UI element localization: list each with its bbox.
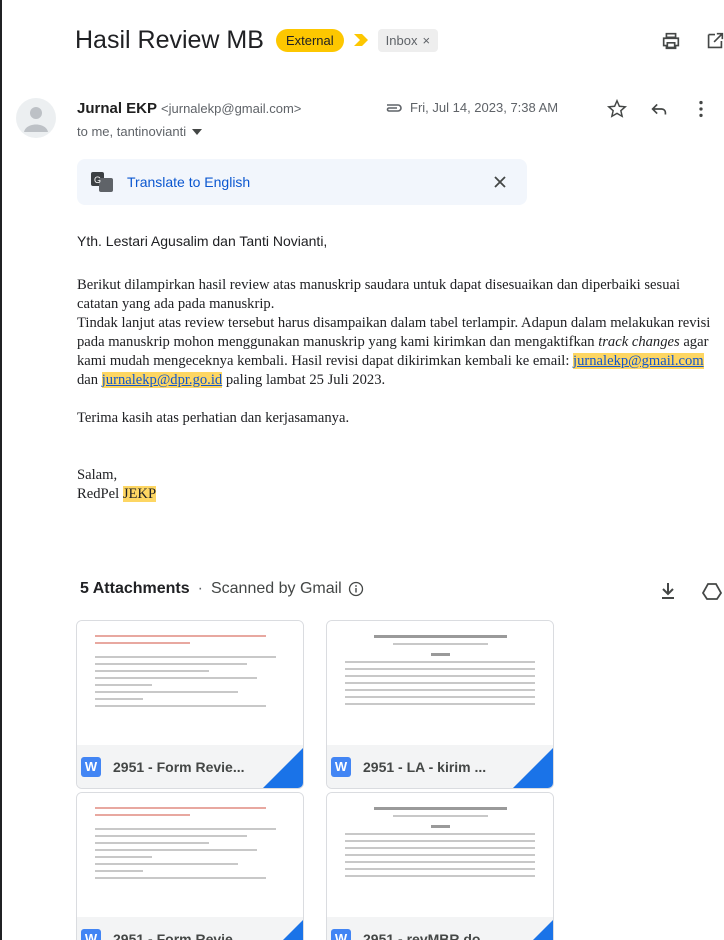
attachment-card[interactable]: W 2951 - Form Revie... xyxy=(76,620,304,789)
external-badge: External xyxy=(275,28,344,52)
body-text-run: dan xyxy=(77,372,102,388)
signature: RedPel JEKP xyxy=(77,485,722,504)
star-icon[interactable] xyxy=(606,98,628,120)
translate-bar: G Translate to English xyxy=(77,159,527,205)
file-corner-icon xyxy=(263,748,303,788)
add-to-drive-icon[interactable] xyxy=(701,580,723,602)
subject-title: Hasil Review MB xyxy=(75,25,264,54)
word-document-icon: W xyxy=(331,756,351,777)
attachment-thumbnail xyxy=(77,621,303,747)
attachment-thumbnail xyxy=(77,793,303,919)
attachments-count: 5 Attachments xyxy=(80,580,190,597)
message-date: Fri, Jul 14, 2023, 7:38 AM xyxy=(410,100,559,115)
email-greeting: Yth. Lestari Agusalim dan Tanti Novianti… xyxy=(77,233,328,249)
recipients-row[interactable]: to me, tantinovianti xyxy=(77,124,203,139)
attachment-name: 2951 - revMBR.do... xyxy=(363,930,493,940)
attachment-name: 2951 - Form Revie... xyxy=(113,930,245,940)
message-actions xyxy=(606,98,712,120)
body-paragraph-1: Berikut dilampirkan hasil review atas ma… xyxy=(77,277,681,312)
importance-marker-icon[interactable] xyxy=(353,34,368,46)
sender-email: <jurnalekp@gmail.com> xyxy=(161,101,302,116)
sender-name[interactable]: Jurnal EKP xyxy=(77,100,157,117)
body-text-run: paling lambat 25 Juli 2023. xyxy=(222,372,386,388)
subject-row: Hasil Review MB External Inbox × xyxy=(75,20,439,60)
file-corner-icon xyxy=(513,748,553,788)
email-link-gmail[interactable]: jurnalekp@gmail.com xyxy=(573,353,704,369)
attachments-header: 5 Attachments · Scanned by Gmail xyxy=(80,580,364,598)
print-icon[interactable] xyxy=(660,30,682,52)
word-document-icon: W xyxy=(331,928,351,940)
window-edge xyxy=(0,0,2,940)
body-paragraph-2: Tindak lanjut atas review tersebut harus… xyxy=(77,314,722,390)
chevron-down-icon[interactable] xyxy=(192,128,203,135)
inbox-label-text: Inbox xyxy=(385,32,418,48)
closing-text: Salam, xyxy=(77,467,118,483)
file-corner-icon xyxy=(263,920,303,940)
download-all-icon[interactable] xyxy=(657,580,679,602)
signature-prefix: RedPel xyxy=(77,486,123,502)
info-icon[interactable] xyxy=(348,581,364,597)
file-corner-icon xyxy=(513,920,553,940)
sender-row: Jurnal EKP <jurnalekp@gmail.com> xyxy=(77,100,301,117)
attachment-name: 2951 - Form Revie... xyxy=(113,758,245,775)
attachment-name: 2951 - LA - kirim ... xyxy=(363,758,487,775)
more-vert-icon[interactable] xyxy=(690,98,712,120)
inbox-label-chip[interactable]: Inbox × xyxy=(377,28,439,52)
svg-text:G: G xyxy=(94,175,101,185)
attachment-thumbnail xyxy=(327,621,553,747)
word-document-icon: W xyxy=(81,928,101,940)
signature-highlight: JEKP xyxy=(122,486,157,502)
recipients-text: to me, tantinovianti xyxy=(77,124,187,139)
email-link-dpr[interactable]: jurnalekp@dpr.go.id xyxy=(101,372,223,388)
word-document-icon: W xyxy=(81,756,101,777)
body-paragraph-3: Terima kasih atas perhatian dan kerjasam… xyxy=(77,410,350,426)
remove-label-icon[interactable]: × xyxy=(422,33,430,48)
italic-text: track changes xyxy=(598,334,680,350)
attachment-clip-icon xyxy=(386,103,402,112)
avatar[interactable] xyxy=(16,98,56,138)
date-row: Fri, Jul 14, 2023, 7:38 AM xyxy=(384,100,558,115)
reply-icon[interactable] xyxy=(648,98,670,120)
separator-dot: · xyxy=(197,580,203,597)
translate-icon: G xyxy=(91,172,113,192)
attachment-card[interactable]: W 2951 - LA - kirim ... xyxy=(326,620,554,789)
translate-link[interactable]: Translate to English xyxy=(127,174,250,190)
email-body: Berikut dilampirkan hasil review atas ma… xyxy=(77,276,722,504)
open-in-new-window-icon[interactable] xyxy=(704,30,724,52)
scan-label: Scanned by Gmail xyxy=(210,580,342,597)
close-icon[interactable] xyxy=(489,171,511,193)
person-icon xyxy=(24,107,48,132)
thread-actions xyxy=(660,30,724,52)
attachments-actions xyxy=(657,580,723,602)
attachment-thumbnail xyxy=(327,793,553,919)
attachment-card[interactable]: W 2951 - Form Revie... xyxy=(76,792,304,940)
attachment-card[interactable]: W 2951 - revMBR.do... xyxy=(326,792,554,940)
